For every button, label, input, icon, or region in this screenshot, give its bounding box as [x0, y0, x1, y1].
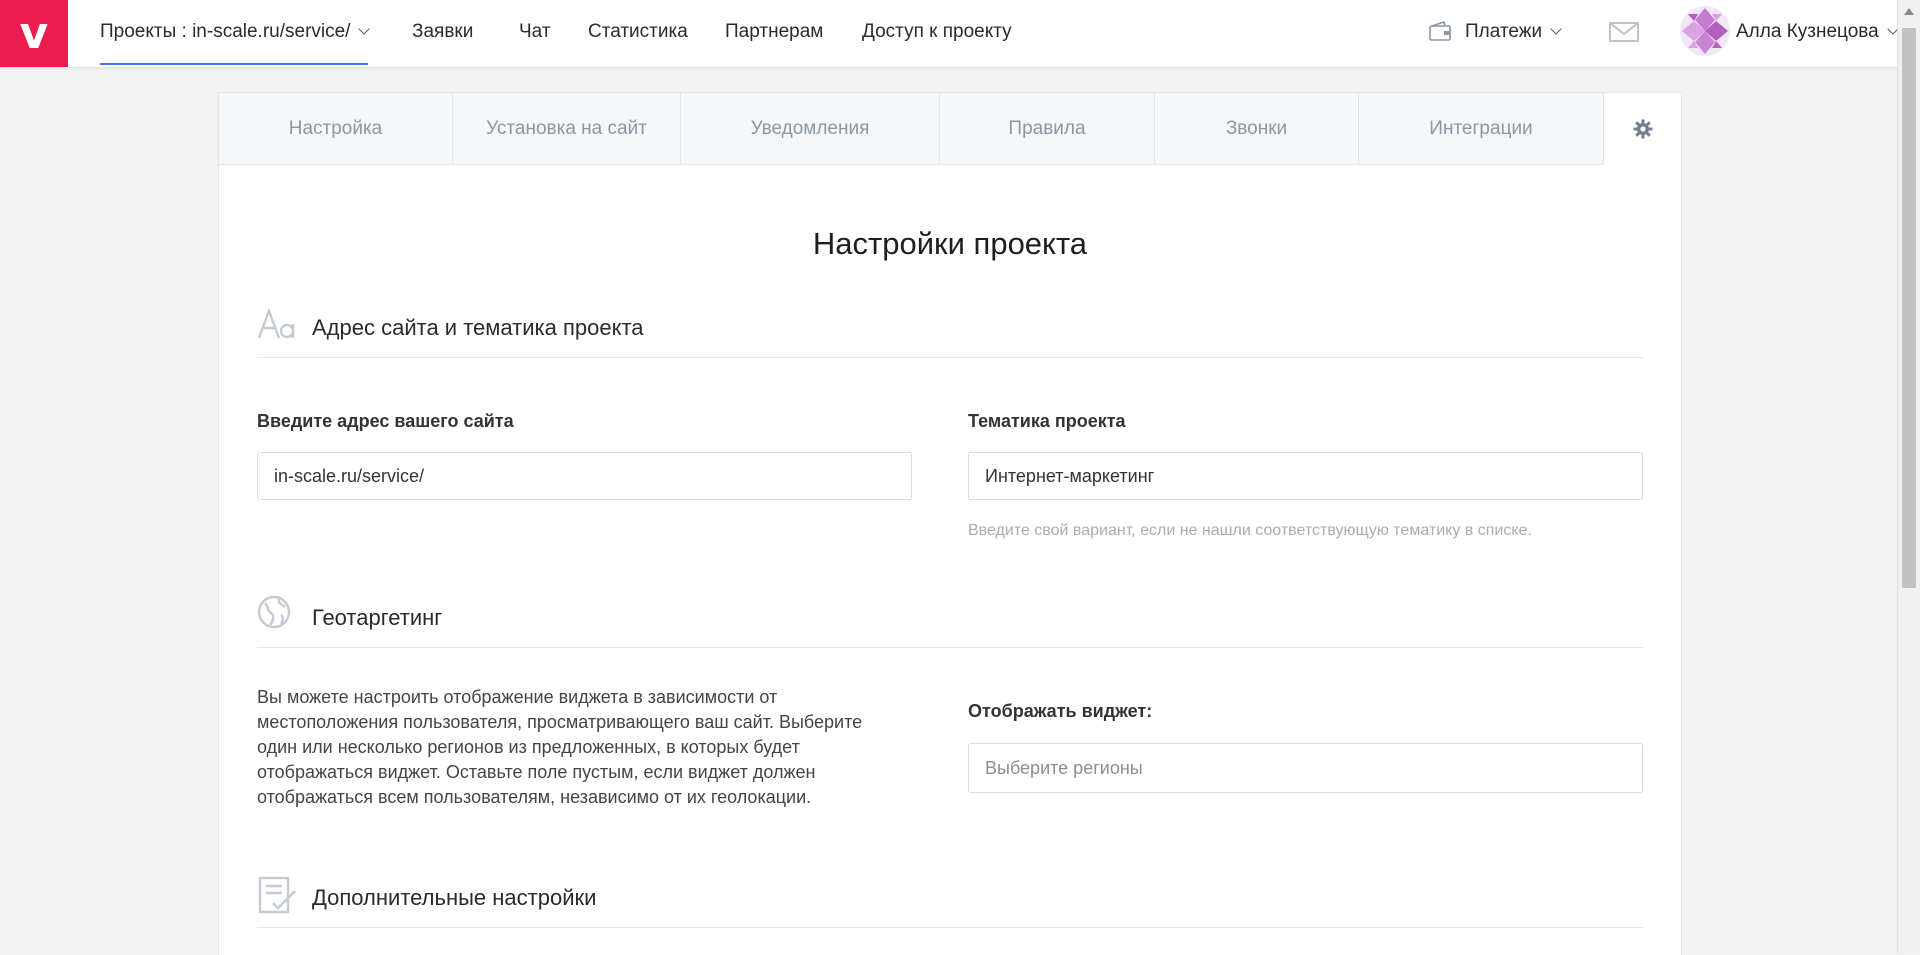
scroll-thumb[interactable]: [1902, 28, 1916, 588]
topic-hint: Введите свой вариант, если не нашли соот…: [968, 522, 1532, 539]
user-menu[interactable]: Алла Кузнецова: [1736, 0, 1899, 63]
nav-item-project-access[interactable]: Доступ к проекту: [862, 0, 1012, 63]
payments-dropdown[interactable]: Платежи: [1465, 0, 1562, 63]
settings-tabs: Настройка Установка на сайт Уведомления …: [219, 93, 1681, 166]
tab-install[interactable]: Установка на сайт: [453, 93, 681, 165]
divider: [257, 647, 1643, 648]
chevron-down-icon: [358, 23, 371, 35]
nav-projects-dropdown[interactable]: Проекты : in-scale.ru/service/: [100, 0, 371, 65]
topic-input[interactable]: Интернет-маркетинг: [968, 452, 1643, 500]
section-title-geo: Геотаргетинг: [312, 605, 443, 630]
nav-item-chat[interactable]: Чат: [519, 0, 551, 63]
logo-letter: v: [19, 8, 49, 59]
wallet-icon[interactable]: [1429, 21, 1451, 41]
nav-item-requests[interactable]: Заявки: [412, 0, 473, 63]
font-icon: [257, 308, 295, 339]
logo[interactable]: v: [0, 0, 68, 67]
divider: [257, 927, 1643, 928]
divider: [257, 357, 1643, 358]
section-title-site: Адрес сайта и тематика проекта: [312, 315, 644, 340]
scroll-up-arrow-icon[interactable]: [1904, 8, 1914, 15]
show-widget-label: Отображать виджет:: [968, 701, 1153, 721]
regions-select[interactable]: Выберите регионы: [968, 743, 1643, 793]
gear-icon: [1633, 119, 1652, 139]
site-url-input[interactable]: in-scale.ru/service/: [257, 452, 912, 500]
nav-projects-label: Проекты : in-scale.ru/service/: [100, 21, 351, 42]
mail-icon[interactable]: [1609, 22, 1639, 42]
tab-rules[interactable]: Правила: [940, 93, 1155, 165]
top-navigation: v Проекты : in-scale.ru/service/ Заявки …: [0, 0, 1899, 68]
tab-notifications[interactable]: Уведомления: [681, 93, 940, 165]
nav-item-statistics[interactable]: Статистика: [588, 0, 688, 63]
page-title: Настройки проекта: [812, 226, 1088, 261]
avatar[interactable]: [1680, 6, 1730, 56]
settings-card: Настройка Установка на сайт Уведомления …: [218, 92, 1682, 955]
payments-label: Платежи: [1465, 21, 1543, 42]
geo-description: Вы можете настроить отображение виджета …: [257, 687, 863, 807]
tab-settings[interactable]: [1604, 93, 1681, 165]
user-name: Алла Кузнецова: [1736, 21, 1879, 42]
site-url-label: Введите адрес вашего сайта: [257, 411, 514, 431]
globe-icon: [257, 595, 291, 629]
tab-calls[interactable]: Звонки: [1155, 93, 1359, 165]
topic-label: Тематика проекта: [968, 411, 1126, 431]
scrollbar[interactable]: [1897, 0, 1920, 954]
chevron-down-icon: [1550, 23, 1562, 35]
section-title-extra: Дополнительные настройки: [312, 885, 597, 910]
checklist-icon: [258, 876, 296, 914]
tab-setup[interactable]: Настройка: [219, 93, 453, 165]
nav-item-partners[interactable]: Партнерам: [725, 0, 823, 63]
tab-integrations[interactable]: Интеграции: [1359, 93, 1604, 165]
